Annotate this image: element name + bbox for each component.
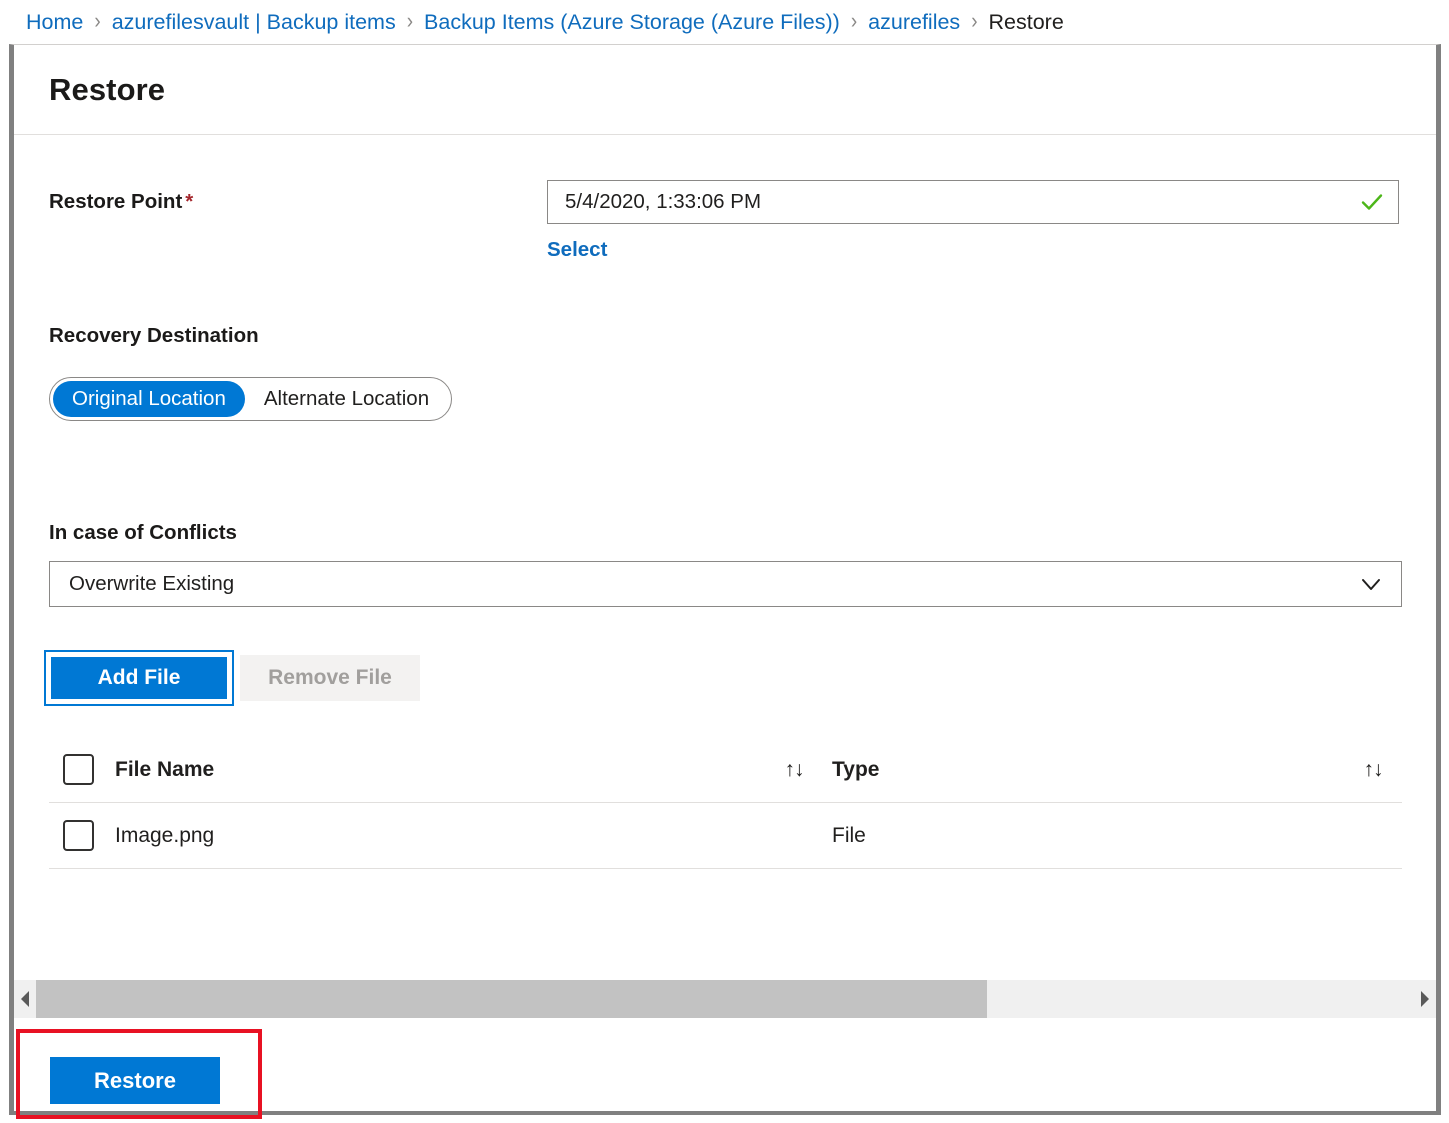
sort-arrows-icon-type[interactable]: ↑↓ bbox=[1344, 758, 1402, 782]
table-row[interactable]: Image.png File bbox=[49, 803, 1402, 869]
panel-footer: Restore bbox=[14, 1019, 1436, 1111]
breadcrumb-separator-icon: › bbox=[94, 9, 100, 34]
breadcrumb-item-azurefiles[interactable]: azurefiles bbox=[868, 10, 960, 35]
restore-point-input[interactable]: 5/4/2020, 1:33:06 PM bbox=[547, 180, 1399, 224]
breadcrumb-separator-icon: › bbox=[971, 9, 977, 34]
restore-point-row: Restore Point* 5/4/2020, 1:33:06 PM Sele… bbox=[49, 180, 1401, 262]
file-actions-toolbar: Add File Remove File bbox=[49, 655, 1401, 701]
restore-button[interactable]: Restore bbox=[50, 1057, 220, 1104]
breadcrumb-item-backup-items[interactable]: Backup Items (Azure Storage (Azure Files… bbox=[424, 10, 840, 35]
breadcrumb-item-restore: Restore bbox=[989, 10, 1064, 35]
chevron-down-icon bbox=[1358, 571, 1384, 597]
breadcrumb-item-vault[interactable]: azurefilesvault | Backup items bbox=[112, 10, 396, 35]
scroll-left-arrow-icon[interactable] bbox=[14, 980, 36, 1018]
toggle-option-alternate-location[interactable]: Alternate Location bbox=[245, 381, 448, 417]
restore-point-label-text: Restore Point bbox=[49, 190, 182, 213]
sort-arrows-icon-file-name[interactable]: ↑↓ bbox=[765, 758, 823, 782]
restore-panel: Restore Restore Point* 5/4/2020, 1:33:06… bbox=[9, 44, 1441, 1115]
conflicts-label: In case of Conflicts bbox=[49, 521, 1401, 545]
restore-point-control: 5/4/2020, 1:33:06 PM Select bbox=[547, 180, 1401, 262]
row-select-cell bbox=[49, 820, 115, 851]
file-table: File Name ↑↓ Type ↑↓ Image.png File bbox=[49, 737, 1402, 869]
scrollbar-thumb[interactable] bbox=[36, 980, 987, 1018]
select-all-cell bbox=[49, 754, 115, 785]
page-title: Restore bbox=[49, 72, 165, 108]
recovery-destination-toggle[interactable]: Original Location Alternate Location bbox=[49, 377, 452, 421]
panel-content: Restore Point* 5/4/2020, 1:33:06 PM Sele… bbox=[14, 136, 1436, 976]
select-restore-point-link[interactable]: Select bbox=[547, 238, 607, 262]
select-all-checkbox[interactable] bbox=[63, 754, 94, 785]
sort-glyph: ↑↓ bbox=[1364, 758, 1383, 782]
toggle-option-original-location[interactable]: Original Location bbox=[53, 381, 245, 417]
breadcrumb-separator-icon: › bbox=[851, 9, 857, 34]
breadcrumb: Home › azurefilesvault | Backup items › … bbox=[0, 0, 1449, 44]
conflicts-selected-value: Overwrite Existing bbox=[69, 572, 234, 596]
remove-file-button[interactable]: Remove File bbox=[240, 655, 420, 701]
add-file-button[interactable]: Add File bbox=[49, 655, 229, 701]
cell-file-name: Image.png bbox=[115, 824, 765, 848]
row-checkbox[interactable] bbox=[63, 820, 94, 851]
horizontal-scrollbar[interactable] bbox=[14, 980, 1436, 1018]
sort-glyph: ↑↓ bbox=[785, 758, 804, 782]
table-header-row: File Name ↑↓ Type ↑↓ bbox=[49, 737, 1402, 803]
scroll-right-arrow-icon[interactable] bbox=[1414, 980, 1436, 1018]
restore-point-value: 5/4/2020, 1:33:06 PM bbox=[565, 190, 761, 214]
conflicts-dropdown[interactable]: Overwrite Existing bbox=[49, 561, 1402, 607]
breadcrumb-item-home[interactable]: Home bbox=[26, 10, 83, 35]
recovery-destination-label: Recovery Destination bbox=[49, 324, 1401, 348]
panel-title-bar: Restore bbox=[14, 45, 1436, 135]
restore-point-label: Restore Point* bbox=[49, 180, 547, 214]
check-icon bbox=[1360, 190, 1384, 214]
breadcrumb-separator-icon: › bbox=[407, 9, 413, 34]
scrollbar-track[interactable] bbox=[36, 980, 1414, 1018]
column-header-type[interactable]: Type bbox=[823, 758, 1344, 782]
restore-blade-screenshot: Home › azurefilesvault | Backup items › … bbox=[0, 0, 1449, 1123]
required-marker: * bbox=[185, 190, 193, 213]
cell-file-type: File bbox=[823, 824, 1344, 848]
column-header-file-name[interactable]: File Name bbox=[115, 758, 765, 782]
